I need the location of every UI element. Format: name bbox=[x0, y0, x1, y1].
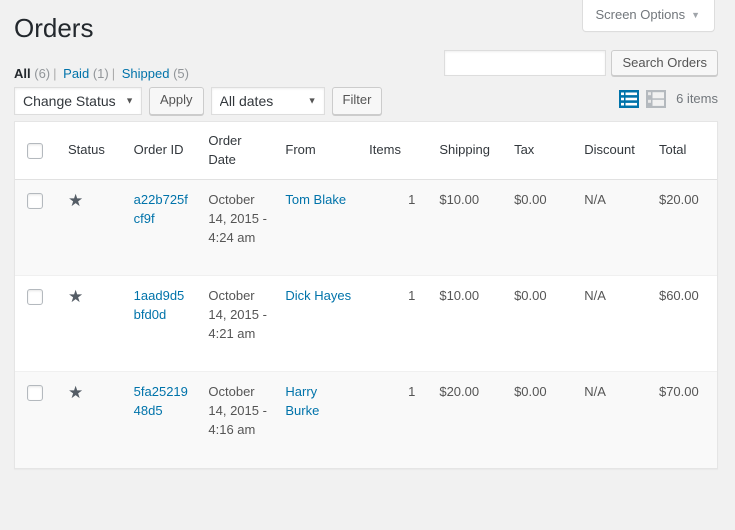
row-status-cell: ★ bbox=[58, 372, 124, 468]
row-select-cell bbox=[15, 372, 58, 468]
bulk-action-select-wrap: Change Status ▼ bbox=[14, 87, 142, 115]
search-input[interactable] bbox=[444, 50, 606, 76]
bulk-actions: Change Status ▼ Apply All dates ▼ Filter bbox=[14, 87, 382, 115]
row-from-cell: Harry Burke bbox=[275, 372, 359, 468]
row-status-cell: ★ bbox=[58, 276, 124, 372]
row-status-cell: ★ bbox=[58, 180, 124, 276]
row-order-date-cell: October 14, 2015 - 4:16 am bbox=[198, 372, 275, 468]
column-header-discount[interactable]: Discount bbox=[574, 122, 649, 181]
customer-link[interactable]: Harry Burke bbox=[285, 384, 319, 418]
row-total-cell: $70.00 bbox=[649, 372, 717, 468]
item-count: 6 items bbox=[676, 89, 718, 109]
list-view-icon[interactable] bbox=[619, 89, 639, 109]
tablenav-top: Change Status ▼ Apply All dates ▼ Filter bbox=[0, 87, 735, 117]
row-select-cell bbox=[15, 276, 58, 372]
table-row: ★ a22b725fcf9f October 14, 2015 - 4:24 a… bbox=[15, 180, 717, 276]
column-header-shipping[interactable]: Shipping bbox=[429, 122, 504, 181]
date-filter-select-wrap: All dates ▼ bbox=[211, 87, 325, 115]
row-discount-cell: N/A bbox=[574, 276, 649, 372]
filter-link-all-anchor[interactable]: All bbox=[14, 66, 31, 81]
order-id-link[interactable]: 1aad9d5bfd0d bbox=[134, 288, 185, 322]
row-select-cell bbox=[15, 180, 58, 276]
column-header-status[interactable]: Status bbox=[58, 122, 124, 181]
filter-link-all-count: (6) bbox=[34, 66, 50, 81]
filter-link-paid-count: (1) bbox=[93, 66, 109, 81]
order-id-link[interactable]: a22b725fcf9f bbox=[134, 192, 188, 226]
table-row: ★ 1aad9d5bfd0d October 14, 2015 - 4:21 a… bbox=[15, 276, 717, 372]
filter-link-paid-anchor[interactable]: Paid bbox=[63, 66, 89, 81]
filter-link-shipped-label: Shipped bbox=[122, 66, 170, 81]
column-header-total[interactable]: Total bbox=[649, 122, 717, 181]
page-title: Orders bbox=[0, 0, 735, 55]
star-icon[interactable]: ★ bbox=[68, 288, 83, 305]
row-order-date-cell: October 14, 2015 - 4:21 am bbox=[198, 276, 275, 372]
orders-table-body: ★ a22b725fcf9f October 14, 2015 - 4:24 a… bbox=[15, 180, 717, 468]
column-header-order-date[interactable]: Order Date bbox=[198, 122, 275, 181]
orders-table-head: Status Order ID Order Date From Items Sh… bbox=[15, 122, 717, 181]
row-checkbox[interactable] bbox=[27, 385, 43, 401]
filter-link-all: All (6)| bbox=[14, 66, 60, 81]
row-checkbox[interactable] bbox=[27, 193, 43, 209]
row-from-cell: Dick Hayes bbox=[275, 276, 359, 372]
row-shipping-cell: $20.00 bbox=[429, 372, 504, 468]
filter-separator-1: | bbox=[50, 66, 59, 81]
status-filter-links: All (6)| Paid (1)| Shipped (5) bbox=[14, 61, 189, 87]
column-header-tax[interactable]: Tax bbox=[504, 122, 574, 181]
star-icon[interactable]: ★ bbox=[68, 384, 83, 401]
order-id-link[interactable]: 5fa2521948d5 bbox=[134, 384, 188, 418]
row-from-cell: Tom Blake bbox=[275, 180, 359, 276]
select-all-checkbox[interactable] bbox=[27, 143, 43, 159]
table-header-row: Status Order ID Order Date From Items Sh… bbox=[15, 122, 717, 181]
row-items-cell: 1 bbox=[359, 180, 429, 276]
row-checkbox[interactable] bbox=[27, 289, 43, 305]
table-row: ★ 5fa2521948d5 October 14, 2015 - 4:16 a… bbox=[15, 372, 717, 468]
excerpt-view-icon[interactable] bbox=[646, 89, 666, 109]
search-orders-button[interactable]: Search Orders bbox=[611, 50, 718, 76]
bulk-action-select[interactable]: Change Status bbox=[14, 87, 142, 115]
row-items-cell: 1 bbox=[359, 276, 429, 372]
row-order-id-cell: a22b725fcf9f bbox=[124, 180, 199, 276]
filter-link-all-label: All bbox=[14, 66, 31, 81]
filter-link-shipped-count: (5) bbox=[173, 66, 189, 81]
filter-button[interactable]: Filter bbox=[332, 87, 383, 115]
select-all-header bbox=[15, 122, 58, 181]
column-header-order-id[interactable]: Order ID bbox=[124, 122, 199, 181]
search-box: Search Orders bbox=[444, 50, 718, 76]
row-tax-cell: $0.00 bbox=[504, 372, 574, 468]
column-header-from[interactable]: From bbox=[275, 122, 359, 181]
filter-link-paid-label: Paid bbox=[63, 66, 89, 81]
row-shipping-cell: $10.00 bbox=[429, 276, 504, 372]
row-total-cell: $20.00 bbox=[649, 180, 717, 276]
row-items-cell: 1 bbox=[359, 372, 429, 468]
filter-link-paid: Paid (1)| bbox=[63, 66, 118, 81]
view-switch bbox=[619, 89, 666, 109]
apply-button[interactable]: Apply bbox=[149, 87, 204, 115]
star-icon[interactable]: ★ bbox=[68, 192, 83, 209]
filter-separator-2: | bbox=[109, 66, 118, 81]
row-tax-cell: $0.00 bbox=[504, 276, 574, 372]
row-discount-cell: N/A bbox=[574, 372, 649, 468]
customer-link[interactable]: Tom Blake bbox=[285, 192, 346, 207]
filter-link-shipped-anchor[interactable]: Shipped bbox=[122, 66, 170, 81]
orders-page-wrap: Orders All (6)| Paid (1)| Shipped (5) Se… bbox=[0, 0, 735, 469]
row-order-id-cell: 5fa2521948d5 bbox=[124, 372, 199, 468]
row-shipping-cell: $10.00 bbox=[429, 180, 504, 276]
view-switch-wrap: 6 items bbox=[619, 89, 718, 109]
customer-link[interactable]: Dick Hayes bbox=[285, 288, 351, 303]
row-order-date-cell: October 14, 2015 - 4:24 am bbox=[198, 180, 275, 276]
row-tax-cell: $0.00 bbox=[504, 180, 574, 276]
filter-link-shipped: Shipped (5) bbox=[122, 66, 189, 81]
row-discount-cell: N/A bbox=[574, 180, 649, 276]
row-order-id-cell: 1aad9d5bfd0d bbox=[124, 276, 199, 372]
orders-table: Status Order ID Order Date From Items Sh… bbox=[14, 121, 718, 470]
column-header-items[interactable]: Items bbox=[359, 122, 429, 181]
date-filter-select[interactable]: All dates bbox=[211, 87, 325, 115]
row-total-cell: $60.00 bbox=[649, 276, 717, 372]
